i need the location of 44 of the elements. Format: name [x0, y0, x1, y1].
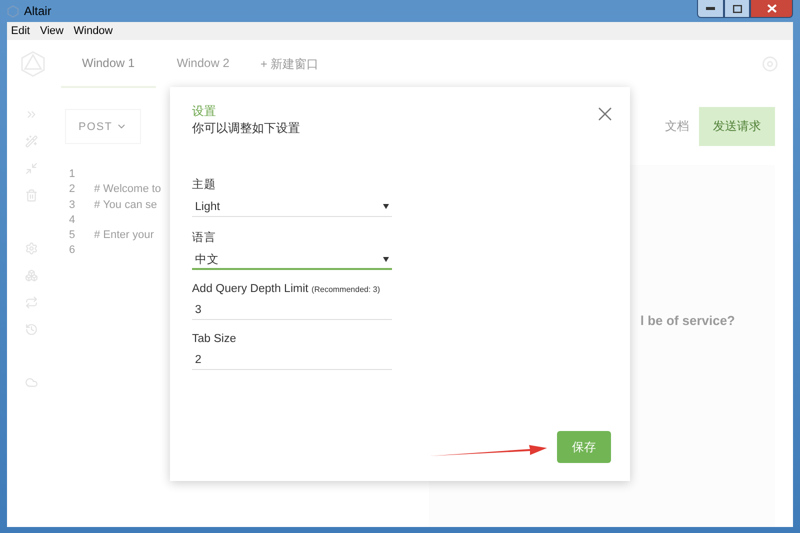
input-field[interactable]: 2: [192, 350, 392, 370]
input-field[interactable]: 3: [192, 300, 392, 320]
field-label: 主题: [192, 177, 217, 192]
settings-icon[interactable]: [24, 242, 38, 255]
menu-item[interactable]: Window: [74, 25, 113, 37]
swap-icon[interactable]: [24, 296, 38, 309]
code-comment: # You can se: [94, 198, 158, 213]
maximize-button[interactable]: [724, 0, 750, 18]
minimize-button[interactable]: [697, 0, 724, 18]
caret-icon: [383, 256, 389, 262]
line-number: 6: [68, 244, 76, 258]
dialog-subtitle: 你可以调整如下设置: [192, 120, 300, 137]
collapse-icon[interactable]: [24, 162, 38, 175]
code-comment: # Welcome to: [94, 183, 162, 198]
send-request-button[interactable]: 发送请求: [699, 107, 775, 146]
wand-icon[interactable]: [24, 135, 38, 148]
cloud-icon[interactable]: [24, 376, 38, 389]
minimize-icon: [706, 7, 715, 10]
code-comment: # Enter your: [94, 229, 154, 244]
line-number: 5: [68, 229, 76, 244]
line-number: 4: [68, 214, 76, 228]
line-number: 1: [68, 168, 76, 182]
window-title: Altair: [24, 4, 52, 18]
chevrons-right-icon[interactable]: [24, 108, 38, 121]
trash-icon[interactable]: [24, 189, 38, 202]
dialog-title: 设置: [192, 103, 216, 120]
close-icon[interactable]: [598, 107, 612, 121]
close-button[interactable]: [750, 0, 793, 18]
boxes-icon[interactable]: [24, 269, 38, 282]
line-number: 3: [68, 198, 76, 213]
maximize-icon: [732, 4, 742, 12]
select-field[interactable]: 中文: [192, 250, 392, 270]
line-number: 2: [68, 183, 76, 198]
history-icon[interactable]: [24, 323, 38, 336]
caret-icon: [383, 204, 389, 209]
hexagon-logo-icon: [7, 4, 19, 18]
select-field[interactable]: Light: [192, 197, 392, 217]
field-label: Add Query Depth Limit (Recommended: 3): [192, 283, 382, 295]
field-label: 语言: [192, 230, 217, 245]
menu-item[interactable]: View: [40, 25, 64, 37]
empty-state-message: l be of service?: [640, 313, 735, 328]
close-icon: [766, 4, 776, 13]
field-label: Tab Size: [192, 333, 238, 345]
menu-item[interactable]: Edit: [11, 25, 30, 37]
